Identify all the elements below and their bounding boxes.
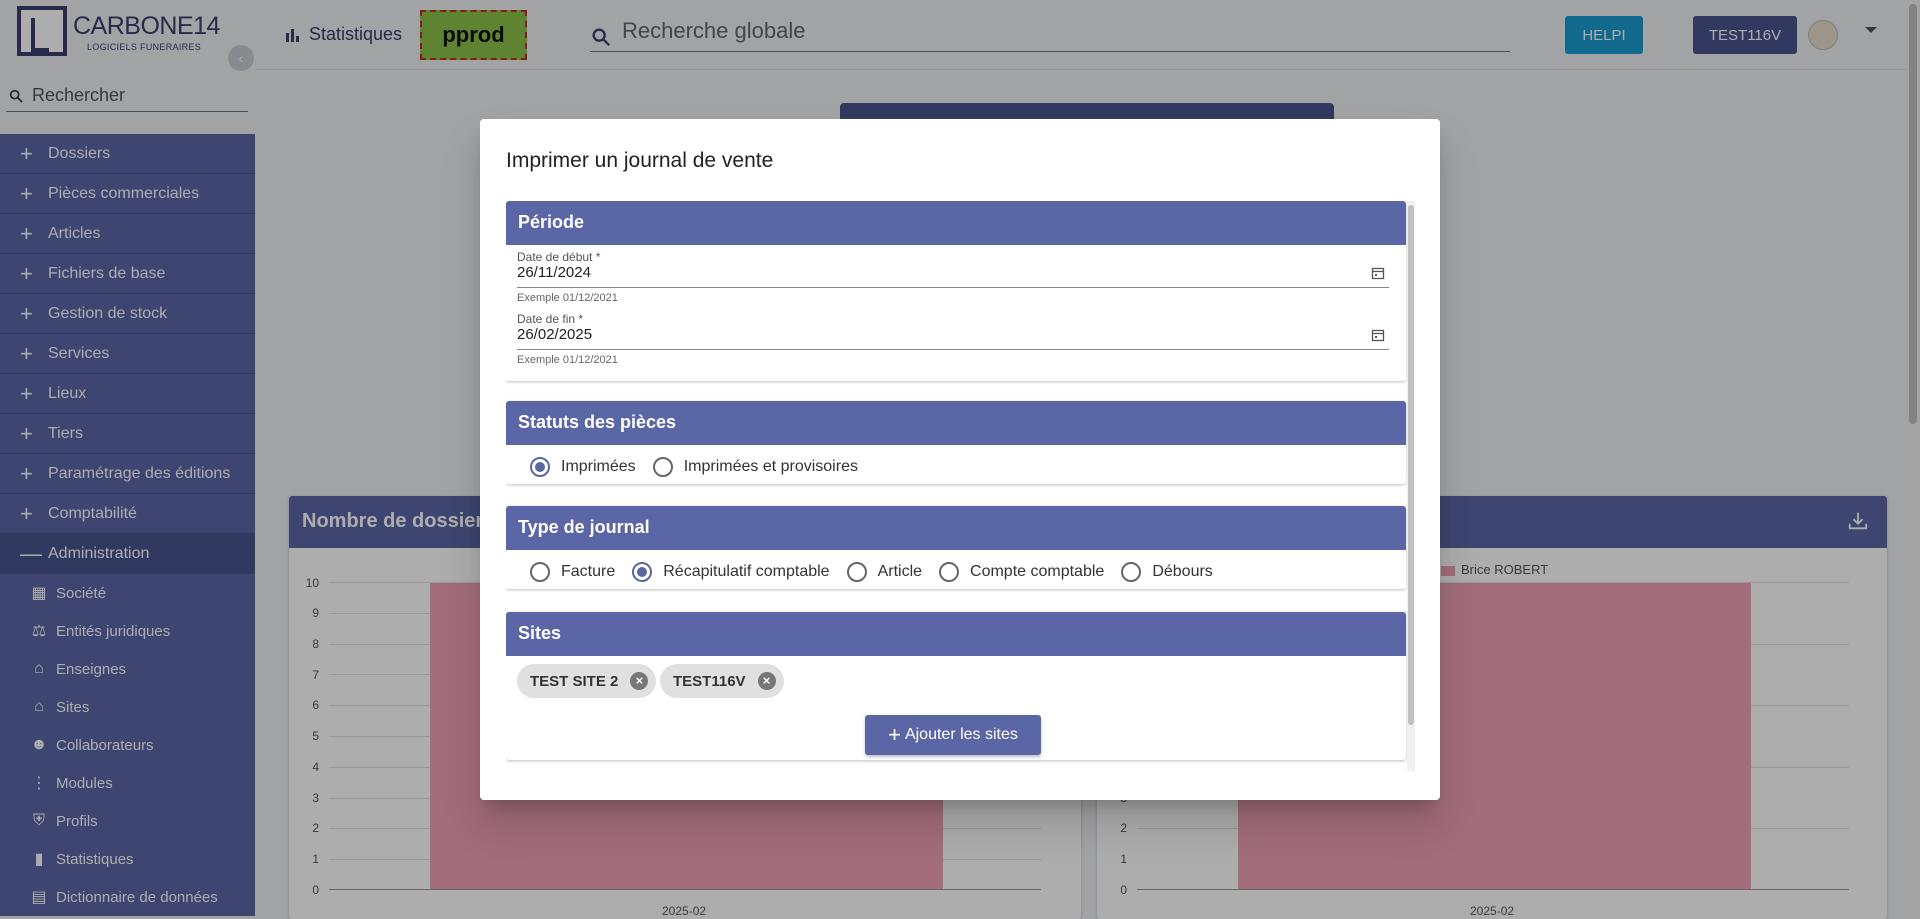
periode-section: Période Date de début * 26/11/2024 Exemp…	[506, 201, 1406, 381]
sites-section: Sites TEST SITE 2 × TEST116V × + Ajouter le…	[506, 612, 1406, 760]
sites-header: Sites	[506, 612, 1406, 656]
dialog-scrollbar-thumb[interactable]	[1408, 205, 1414, 725]
radio-unchecked-icon	[652, 457, 673, 477]
statuts-header: Statuts des pièces	[506, 401, 1406, 445]
add-sites-button[interactable]: + Ajouter les sites	[865, 715, 1041, 755]
radio-unchecked-icon	[846, 562, 867, 582]
radio-imprimees-provisoires[interactable]: Imprimées et provisoires	[652, 457, 858, 477]
field-underline	[517, 349, 1389, 350]
radio-recapitulatif-comptable[interactable]: Récapitulatif comptable	[632, 562, 830, 582]
radio-label: Débours	[1152, 563, 1213, 580]
radio-checked-icon	[632, 562, 653, 582]
radio-facture[interactable]: Facture	[530, 562, 615, 582]
field-underline	[517, 287, 1389, 288]
chip-label: TEST116V	[673, 672, 746, 690]
radio-label: Facture	[561, 563, 616, 580]
remove-chip-icon[interactable]: ×	[757, 672, 776, 690]
start-date-value: 26/11/2024	[517, 264, 591, 281]
print-sales-journal-dialog: Imprimer un journal de vente Période Dat…	[480, 119, 1440, 800]
radio-label: Article	[877, 563, 923, 580]
dialog-content: Période Date de début * 26/11/2024 Exemp…	[506, 201, 1425, 773]
radio-unchecked-icon	[1121, 562, 1142, 582]
radio-label: Imprimées et provisoires	[683, 458, 858, 475]
end-date-label: Date de fin *	[517, 312, 584, 326]
radio-label: Récapitulatif comptable	[663, 563, 830, 580]
radio-compte-comptable[interactable]: Compte comptable	[939, 562, 1104, 582]
start-date-field[interactable]: Date de début * 26/11/2024 Exemple 01/12…	[517, 250, 1389, 310]
radio-unchecked-icon	[939, 562, 960, 582]
type-journal-radio-group: Facture Récapitulatif comptable Article …	[530, 562, 1230, 582]
radio-debours[interactable]: Débours	[1121, 562, 1213, 582]
site-chip[interactable]: TEST116V ×	[660, 664, 784, 698]
radio-unchecked-icon	[530, 562, 550, 582]
type-journal-header: Type de journal	[506, 506, 1406, 550]
radio-article[interactable]: Article	[846, 562, 923, 582]
add-sites-label: Ajouter les sites	[904, 726, 1018, 743]
remove-chip-icon[interactable]: ×	[630, 672, 649, 690]
dialog-title: Imprimer un journal de vente	[506, 149, 774, 172]
start-date-label: Date de début *	[517, 250, 601, 264]
end-date-field[interactable]: Date de fin * 26/02/2025 Exemple 01/12/2…	[517, 312, 1389, 372]
chip-label: TEST SITE 2	[530, 672, 619, 690]
statuts-section: Statuts des pièces Imprimées Imprimées e…	[506, 401, 1406, 484]
radio-imprimees[interactable]: Imprimées	[530, 457, 636, 477]
radio-checked-icon	[530, 457, 550, 477]
type-journal-section: Type de journal Facture Récapitulatif co…	[506, 506, 1406, 589]
calendar-icon[interactable]	[1371, 266, 1385, 280]
radio-label: Imprimées	[561, 458, 636, 475]
calendar-icon[interactable]	[1371, 328, 1385, 342]
statuts-radio-group: Imprimées Imprimées et provisoires	[530, 457, 875, 477]
site-chip[interactable]: TEST SITE 2 ×	[517, 664, 657, 698]
periode-header: Période	[506, 201, 1406, 245]
end-date-hint: Exemple 01/12/2021	[517, 354, 618, 366]
plus-icon: +	[888, 722, 901, 747]
dialog-scrollbar[interactable]	[1407, 201, 1415, 771]
start-date-hint: Exemple 01/12/2021	[517, 292, 618, 304]
radio-label: Compte comptable	[970, 563, 1105, 580]
end-date-value: 26/02/2025	[517, 326, 593, 343]
